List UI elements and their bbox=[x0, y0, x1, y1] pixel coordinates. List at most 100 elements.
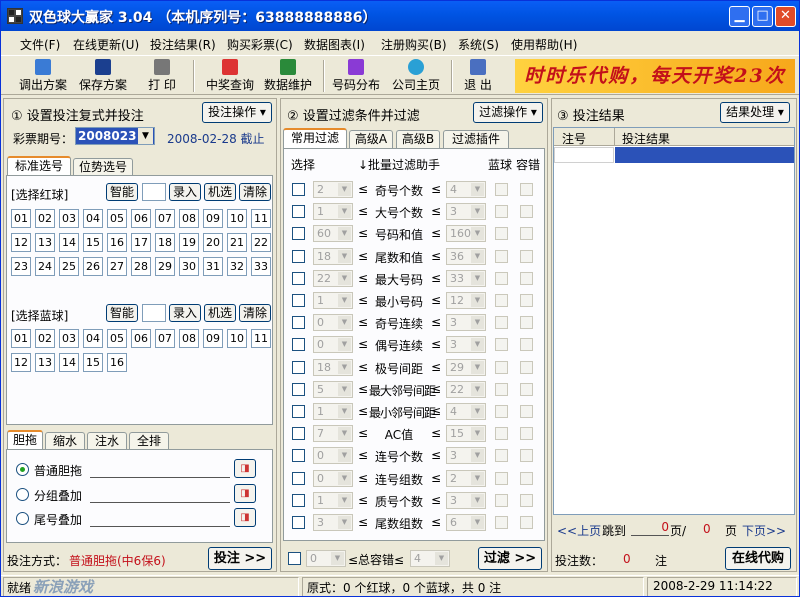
red-ball-11[interactable]: 11 bbox=[251, 209, 271, 228]
chevron-down-icon[interactable]: ▼ bbox=[138, 128, 153, 144]
edit-icon[interactable]: ◨ bbox=[234, 459, 256, 478]
exit-button[interactable]: 退 出 bbox=[457, 58, 499, 94]
red-ball-29[interactable]: 29 bbox=[155, 257, 175, 276]
total-tolerance-min-select[interactable]: 0 ▼ bbox=[306, 550, 346, 567]
menu-register[interactable]: 注册购买(B) bbox=[381, 36, 447, 53]
blue-checkbox[interactable] bbox=[495, 493, 508, 507]
maximize-button[interactable]: □ bbox=[752, 6, 773, 27]
tab-inject[interactable]: 注水 bbox=[87, 432, 127, 450]
tolerance-checkbox[interactable] bbox=[520, 405, 533, 418]
filter-max-select[interactable]: 2 ▼ bbox=[446, 469, 486, 487]
red-ball-08[interactable]: 08 bbox=[179, 209, 199, 228]
menu-buy-lottery[interactable]: 购买彩票(C) bbox=[227, 36, 293, 53]
tab-filter-plugins[interactable]: 过滤插件 bbox=[443, 130, 509, 148]
period-select[interactable]: 2008023 ▼ bbox=[75, 127, 155, 145]
filter-min-select[interactable]: 1 ▼ bbox=[313, 203, 353, 221]
red-count-input[interactable] bbox=[142, 183, 166, 201]
filter-max-select[interactable]: 4 ▼ bbox=[446, 403, 486, 420]
total-tolerance-max-select[interactable]: 4 ▼ bbox=[410, 550, 450, 567]
table-row[interactable] bbox=[554, 147, 614, 163]
menu-file[interactable]: 文件(F) bbox=[20, 36, 60, 53]
menu-data-charts[interactable]: 数据图表(I) bbox=[304, 36, 365, 53]
red-ball-16[interactable]: 16 bbox=[107, 233, 127, 252]
total-tolerance-checkbox[interactable] bbox=[288, 552, 301, 565]
filter-checkbox[interactable] bbox=[292, 516, 305, 529]
red-clear-button[interactable]: 清除 bbox=[239, 183, 271, 201]
filter-min-select[interactable]: 60 ▼ bbox=[313, 225, 353, 243]
filter-max-select[interactable]: 3 ▼ bbox=[446, 491, 486, 509]
filter-min-select[interactable]: 3 ▼ bbox=[313, 514, 353, 531]
tolerance-checkbox[interactable] bbox=[520, 360, 533, 374]
radio-group-stack[interactable] bbox=[16, 488, 29, 501]
result-operation-dropdown[interactable]: 结果处理 ▾ bbox=[720, 102, 790, 123]
filter-max-select[interactable]: 6 ▼ bbox=[446, 514, 486, 531]
red-ball-31[interactable]: 31 bbox=[203, 257, 223, 276]
filter-min-select[interactable]: 1 ▼ bbox=[313, 292, 353, 309]
tolerance-checkbox[interactable] bbox=[520, 516, 533, 529]
tolerance-checkbox[interactable] bbox=[520, 493, 533, 507]
blue-ball-07[interactable]: 07 bbox=[155, 329, 175, 348]
filter-checkbox[interactable] bbox=[292, 338, 305, 352]
red-ball-10[interactable]: 10 bbox=[227, 209, 247, 228]
red-ball-05[interactable]: 05 bbox=[107, 209, 127, 228]
red-ball-06[interactable]: 06 bbox=[131, 209, 151, 228]
blue-random-button[interactable]: 机选 bbox=[204, 304, 236, 322]
red-ball-09[interactable]: 09 bbox=[203, 209, 223, 228]
tab-full-perm[interactable]: 全排 bbox=[129, 432, 169, 450]
red-ball-13[interactable]: 13 bbox=[35, 233, 55, 252]
company-home-button[interactable]: 公司主页 bbox=[389, 58, 443, 94]
red-ball-26[interactable]: 26 bbox=[83, 257, 103, 276]
promo-banner[interactable]: 时时乐代购，每天开奖23次 bbox=[515, 59, 795, 93]
blue-ball-04[interactable]: 04 bbox=[83, 329, 103, 348]
bet-operation-dropdown[interactable]: 投注操作 ▾ bbox=[202, 102, 272, 123]
edit-icon[interactable]: ◨ bbox=[234, 508, 256, 527]
filter-max-select[interactable]: 36 ▼ bbox=[446, 247, 486, 265]
data-maintenance-button[interactable]: 数据维护 bbox=[261, 58, 315, 94]
blue-checkbox[interactable] bbox=[495, 338, 508, 352]
blue-checkbox[interactable] bbox=[495, 382, 508, 396]
red-ball-07[interactable]: 07 bbox=[155, 209, 175, 228]
red-ball-20[interactable]: 20 bbox=[203, 233, 223, 252]
blue-ball-13[interactable]: 13 bbox=[35, 353, 55, 372]
red-ball-27[interactable]: 27 bbox=[107, 257, 127, 276]
blue-ball-12[interactable]: 12 bbox=[11, 353, 31, 372]
blue-ball-09[interactable]: 09 bbox=[203, 329, 223, 348]
blue-enter-button[interactable]: 录入 bbox=[169, 304, 201, 322]
red-ball-02[interactable]: 02 bbox=[35, 209, 55, 228]
tolerance-checkbox[interactable] bbox=[520, 471, 533, 485]
red-ball-15[interactable]: 15 bbox=[83, 233, 103, 252]
blue-checkbox[interactable] bbox=[495, 183, 508, 196]
filter-min-select[interactable]: 5 ▼ bbox=[313, 380, 353, 398]
filter-min-select[interactable]: 2 ▼ bbox=[313, 181, 353, 198]
column-header-result[interactable]: 投注结果 bbox=[622, 130, 670, 147]
blue-ball-01[interactable]: 01 bbox=[11, 329, 31, 348]
red-ball-28[interactable]: 28 bbox=[131, 257, 151, 276]
filter-checkbox[interactable] bbox=[292, 294, 305, 307]
online-purchase-button[interactable]: 在线代购 bbox=[725, 547, 791, 570]
red-ball-23[interactable]: 23 bbox=[11, 257, 31, 276]
red-ball-12[interactable]: 12 bbox=[11, 233, 31, 252]
filter-min-select[interactable]: 0 ▼ bbox=[313, 469, 353, 487]
filter-max-select[interactable]: 15 ▼ bbox=[446, 425, 486, 443]
number-distribution-button[interactable]: 号码分布 bbox=[329, 58, 383, 94]
menu-system[interactable]: 系统(S) bbox=[458, 36, 499, 53]
filter-min-select[interactable]: 0 ▼ bbox=[313, 336, 353, 354]
filter-max-select[interactable]: 3 ▼ bbox=[446, 203, 486, 221]
red-random-button[interactable]: 机选 bbox=[204, 183, 236, 201]
red-ball-25[interactable]: 25 bbox=[59, 257, 79, 276]
column-header-no[interactable]: 注号 bbox=[562, 130, 586, 147]
filter-max-select[interactable]: 3 ▼ bbox=[446, 336, 486, 354]
tolerance-checkbox[interactable] bbox=[520, 316, 533, 330]
tolerance-checkbox[interactable] bbox=[520, 427, 533, 441]
filter-min-select[interactable]: 7 ▼ bbox=[313, 425, 353, 443]
tolerance-checkbox[interactable] bbox=[520, 205, 533, 219]
menu-help[interactable]: 使用帮助(H) bbox=[511, 36, 577, 53]
filter-operation-dropdown[interactable]: 过滤操作 ▾ bbox=[473, 102, 543, 123]
filter-checkbox[interactable] bbox=[292, 449, 305, 463]
filter-checkbox[interactable] bbox=[292, 183, 305, 196]
filter-checkbox[interactable] bbox=[292, 405, 305, 418]
tolerance-checkbox[interactable] bbox=[520, 294, 533, 307]
minimize-button[interactable]: ▁ bbox=[729, 6, 750, 27]
filter-min-select[interactable]: 18 ▼ bbox=[313, 358, 353, 376]
blue-checkbox[interactable] bbox=[495, 316, 508, 330]
